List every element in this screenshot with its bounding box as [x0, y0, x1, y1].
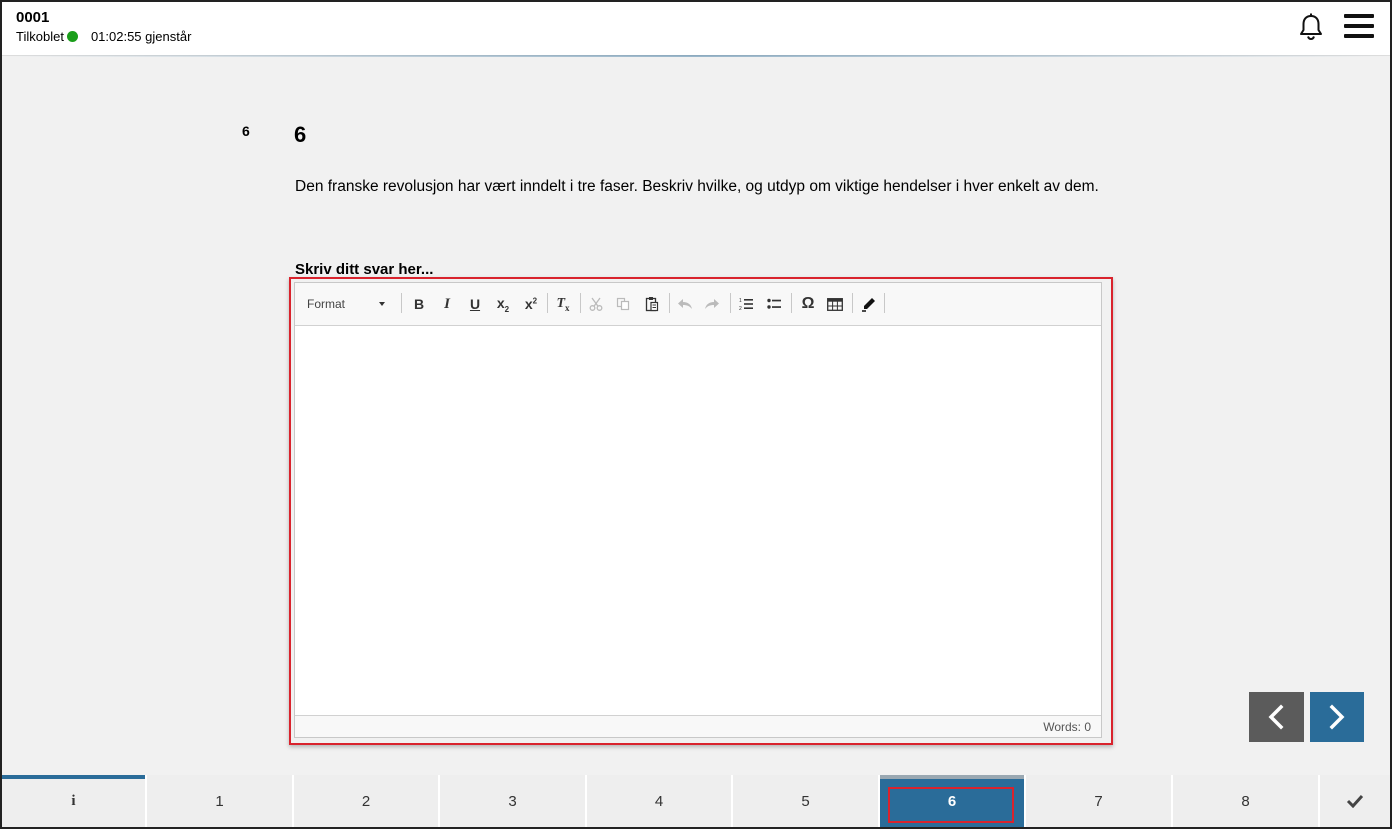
toolbar-separator: [580, 293, 581, 313]
tab-label: 7: [1094, 792, 1103, 810]
status-row: Tilkoblet 01:02:55 gjenstår: [16, 29, 191, 44]
tab-submit[interactable]: [1320, 775, 1390, 827]
bulleted-list-icon[interactable]: [763, 293, 785, 315]
numbered-list-icon[interactable]: 12: [735, 293, 757, 315]
previous-question-button[interactable]: [1249, 692, 1304, 742]
toolbar-separator: [791, 293, 792, 313]
tab-info[interactable]: i: [2, 775, 147, 827]
tab-label: 8: [1241, 792, 1250, 810]
paste-icon[interactable]: [641, 293, 663, 315]
active-tab-highlight-outline: [888, 787, 1014, 823]
undo-icon[interactable]: [674, 293, 696, 315]
tab-question-3[interactable]: 3: [440, 775, 587, 827]
check-icon: [1346, 794, 1364, 808]
question-text: Den franske revolusjon har vært inndelt …: [295, 178, 1099, 195]
svg-text:2: 2: [739, 306, 742, 311]
word-count: Words: 0: [1043, 720, 1091, 734]
info-icon: i: [71, 792, 76, 809]
caret-down-icon: [379, 302, 385, 306]
tab-question-8[interactable]: 8: [1173, 775, 1320, 827]
svg-text:1: 1: [739, 298, 742, 304]
question-number-label: 6: [242, 123, 250, 139]
header-divider: [2, 55, 1390, 57]
tab-label: 2: [361, 792, 371, 810]
toolbar-separator: [852, 293, 853, 313]
tab-question-7[interactable]: 7: [1026, 775, 1173, 827]
chevron-left-icon: [1268, 704, 1284, 730]
header: 0001 Tilkoblet 01:02:55 gjenstår: [2, 2, 1390, 56]
question-title: 6: [294, 122, 307, 147]
rich-text-editor: Format B I U x2 x2 Tx 1 2 Ω Words: 0: [294, 282, 1102, 738]
superscript-icon[interactable]: x2: [520, 293, 542, 315]
candidate-id: 0001: [16, 9, 50, 26]
tab-question-4[interactable]: 4: [587, 775, 733, 827]
editor-toolbar: Format B I U x2 x2 Tx 1 2 Ω: [295, 283, 1101, 326]
tab-question-1[interactable]: 1: [147, 775, 294, 827]
hamburger-menu-icon[interactable]: [1344, 14, 1374, 40]
tab-label: 3: [508, 792, 517, 810]
tab-label: 1: [215, 792, 224, 810]
toolbar-separator: [884, 293, 885, 313]
redo-icon[interactable]: [701, 293, 723, 315]
tab-question-5[interactable]: 5: [733, 775, 880, 827]
underline-icon[interactable]: U: [464, 293, 486, 315]
highlighter-icon[interactable]: [857, 293, 879, 315]
toolbar-separator: [401, 293, 402, 313]
copy-icon[interactable]: [612, 293, 634, 315]
question-navigation-bar: i 1 2 3 4 5 6 7 8: [2, 775, 1390, 827]
remove-format-icon[interactable]: Tx: [552, 293, 574, 315]
bold-icon[interactable]: B: [408, 293, 430, 315]
cut-icon[interactable]: [585, 293, 607, 315]
italic-icon[interactable]: I: [436, 293, 458, 315]
tab-label: 4: [654, 792, 664, 810]
answer-label: Skriv ditt svar her...: [295, 261, 434, 278]
chevron-right-icon: [1329, 704, 1345, 730]
exam-window: 0001 Tilkoblet 01:02:55 gjenstår 6 6 Den…: [0, 0, 1392, 829]
editor-status-bar: Words: 0: [295, 715, 1101, 737]
tab-label: 5: [801, 792, 810, 810]
connection-indicator-icon: [66, 31, 78, 42]
toolbar-separator: [669, 293, 670, 313]
format-dropdown[interactable]: Format: [307, 293, 391, 315]
next-question-button[interactable]: [1310, 692, 1364, 742]
tab-question-2[interactable]: 2: [294, 775, 440, 827]
format-dropdown-label: Format: [307, 297, 346, 311]
toolbar-separator: [730, 293, 731, 313]
subscript-icon[interactable]: x2: [492, 293, 514, 315]
special-character-icon[interactable]: Ω: [797, 293, 819, 315]
table-icon[interactable]: [824, 293, 846, 315]
connection-status: Tilkoblet: [16, 29, 64, 44]
time-remaining: 01:02:55 gjenstår: [90, 29, 192, 44]
editor-content-area[interactable]: [295, 326, 1101, 714]
toolbar-separator: [547, 293, 548, 313]
bell-icon[interactable]: [1298, 13, 1324, 41]
